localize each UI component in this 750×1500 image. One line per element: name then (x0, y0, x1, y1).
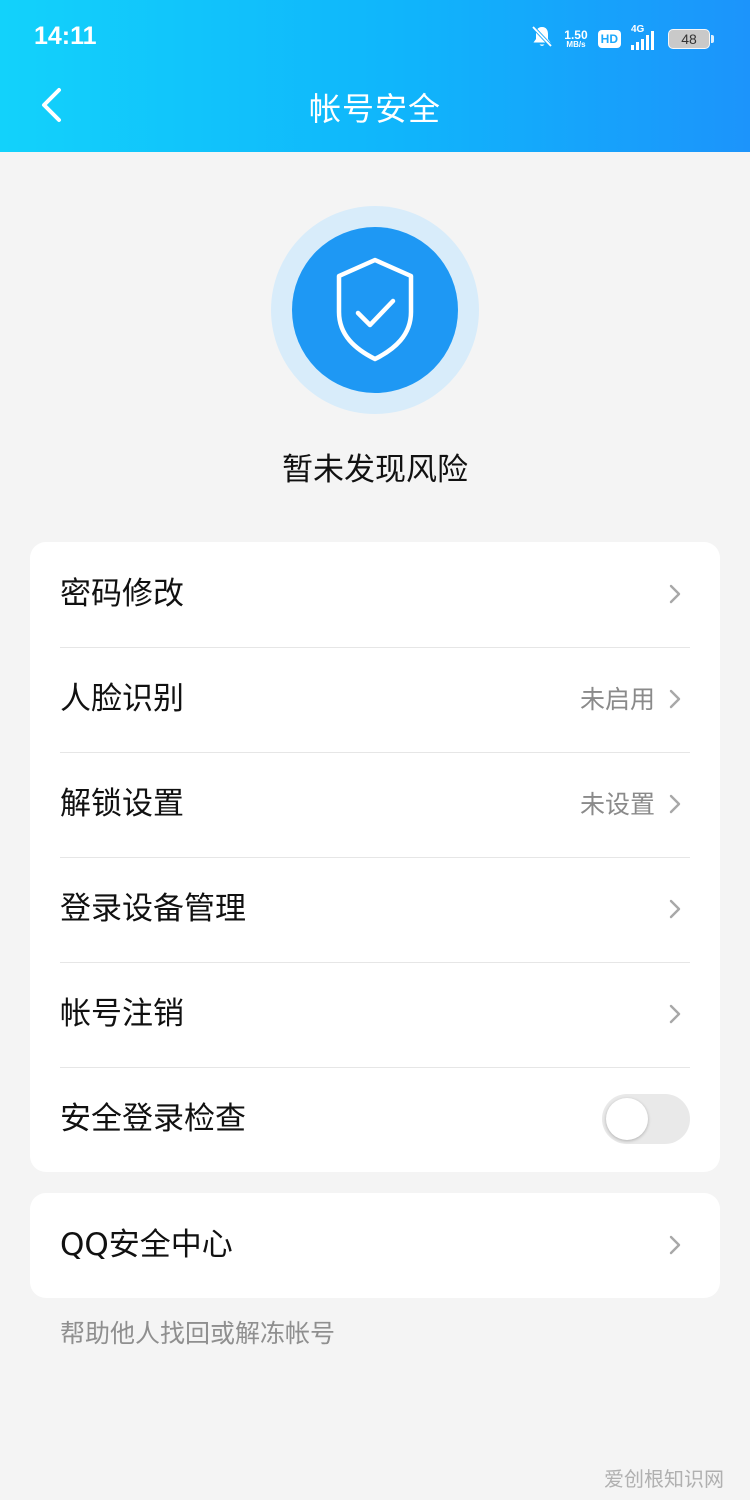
app-header: 14:11 1.50 MB/s HD 4G 48 帐号安全 (0, 0, 750, 152)
settings-row-label: 解锁设置 (60, 786, 184, 822)
settings-row-unlock[interactable]: 解锁设置 未设置 (30, 752, 720, 857)
battery-icon: 48 (668, 29, 714, 49)
security-settings-card: 密码修改 人脸识别 未启用 解锁设置 未设置 登录设备管理 帐号注销 安全登录检… (30, 542, 720, 1172)
settings-row-value: 未设置 (579, 790, 655, 819)
security-status-badge (271, 206, 479, 414)
network-type: 4G (631, 24, 645, 35)
settings-row-label: 帐号注销 (60, 996, 184, 1032)
settings-row-security-center[interactable]: QQ安全中心 (30, 1193, 720, 1298)
settings-row-safe-login-check: 安全登录检查 (30, 1067, 720, 1172)
security-center-label: QQ安全中心 (60, 1227, 233, 1263)
network-speed: 1.50 MB/s (564, 29, 587, 49)
settings-row-label: 人脸识别 (60, 681, 184, 717)
settings-row-account-deletion[interactable]: 帐号注销 (30, 962, 720, 1067)
settings-row-label: 安全登录检查 (60, 1101, 246, 1137)
shield-check-icon (336, 257, 414, 362)
signal-icon: 4G (631, 24, 654, 50)
security-center-card: QQ安全中心 (30, 1193, 720, 1298)
network-speed-unit: MB/s (566, 40, 586, 49)
toggle-knob (606, 1098, 648, 1140)
battery-level: 48 (681, 31, 697, 47)
chevron-right-icon (669, 689, 681, 709)
chevron-right-icon (669, 899, 681, 919)
hd-badge: HD (597, 30, 621, 48)
settings-row-value: 未启用 (579, 685, 655, 714)
bell-off-icon (530, 24, 554, 54)
page-title: 帐号安全 (308, 90, 441, 128)
settings-row-password[interactable]: 密码修改 (30, 542, 720, 647)
chevron-right-icon (669, 1235, 681, 1255)
settings-row-face-recognition[interactable]: 人脸识别 未启用 (30, 647, 720, 752)
settings-row-label: 登录设备管理 (60, 891, 246, 927)
chevron-right-icon (669, 584, 681, 604)
status-time: 14:11 (34, 22, 97, 50)
security-status-text: 暂未发现风险 (282, 452, 468, 488)
settings-row-label: 密码修改 (60, 576, 184, 612)
help-others-link[interactable]: 帮助他人找回或解冻帐号 (60, 1314, 335, 1350)
chevron-right-icon (669, 794, 681, 814)
status-bar-icons: 1.50 MB/s HD 4G 48 (530, 24, 714, 54)
settings-row-login-devices[interactable]: 登录设备管理 (30, 857, 720, 962)
safe-login-check-toggle[interactable] (602, 1094, 690, 1144)
chevron-right-icon (669, 1004, 681, 1024)
watermark: 爱创根知识网 (604, 1467, 724, 1491)
shield-circle (292, 227, 458, 393)
